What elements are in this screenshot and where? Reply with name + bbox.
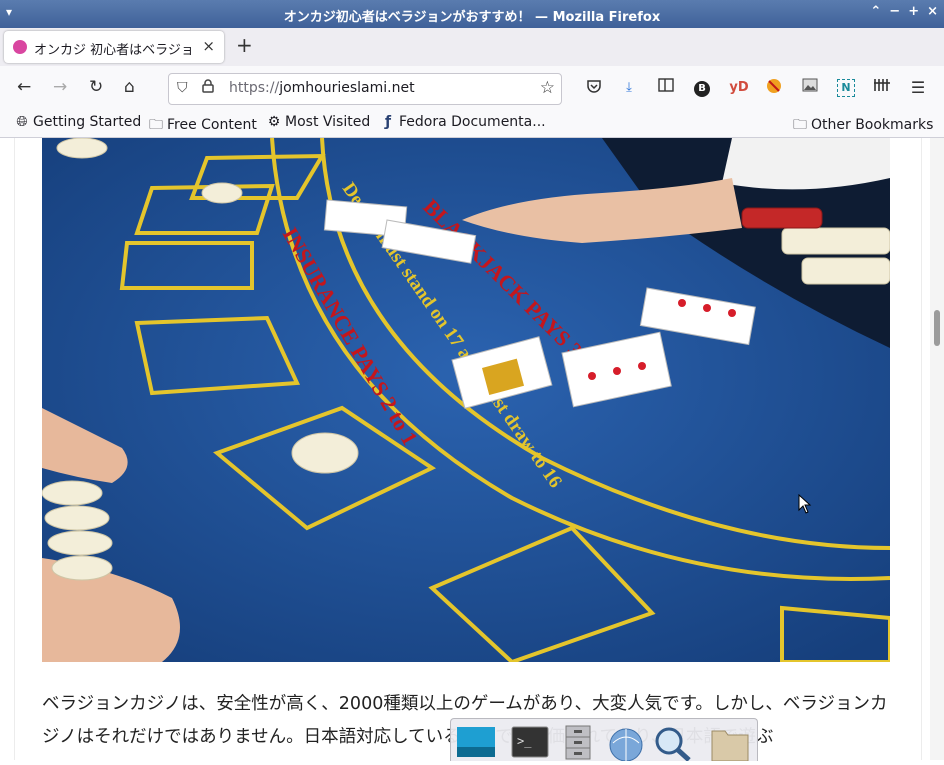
extension-n-label: N — [837, 79, 855, 97]
back-icon[interactable]: ← — [17, 77, 31, 97]
bookmark-getting-started[interactable]: 🌐︎ Getting Started — [14, 114, 141, 130]
window-controls: ⌃ − + × — [870, 4, 938, 19]
bookmark-label: Most Visited — [285, 114, 371, 130]
minimize-icon[interactable]: − — [889, 4, 900, 19]
shade-icon[interactable]: ⌃ — [870, 4, 881, 19]
extension-yd-icon[interactable]: yD — [727, 78, 751, 98]
url-scheme: https:// — [229, 80, 280, 96]
window-titlebar: ▾ オンカジ初心者はベラジョンがおすすめ！ — Mozilla Firefox … — [0, 0, 944, 28]
new-tab-icon[interactable]: + — [236, 33, 253, 57]
desktop-dock: >_ — [450, 718, 758, 762]
tracking-shield-icon[interactable]: ⛉ — [177, 80, 188, 96]
mouse-cursor-icon — [798, 493, 812, 518]
library-icon[interactable] — [872, 78, 892, 98]
maximize-icon[interactable]: + — [908, 4, 919, 19]
pocket-icon[interactable] — [584, 78, 604, 98]
window-title: オンカジ初心者はベラジョンがおすすめ！ — Mozilla Firefox — [283, 10, 661, 25]
bookmark-star-icon[interactable]: ☆ — [540, 78, 555, 98]
reader-sidebar-icon[interactable] — [656, 78, 676, 98]
navigation-toolbar: ← → ↻ ⌂ ⛉ https://jomhourieslami.net ☆ ⤓… — [0, 66, 944, 110]
page-content: INSURANCE PAYS 2 to 1 BLACKJACK PAYS 3 T… — [0, 138, 944, 760]
dock-browser-globe-icon[interactable] — [605, 723, 647, 762]
bookmark-most-visited[interactable]: ⚙ Most Visited — [266, 114, 371, 130]
bookmark-free-content[interactable]: 🗀 Free Content — [148, 114, 257, 138]
folder-icon: 🗀 — [149, 117, 163, 133]
tab-active[interactable]: オンカジ 初心者はベラジョ × — [4, 31, 224, 63]
dock-file-cabinet-icon[interactable] — [557, 723, 599, 761]
tab-title: オンカジ 初心者はベラジョ — [34, 43, 194, 58]
globe-icon: 🌐︎ — [16, 114, 28, 130]
other-bookmarks[interactable]: 🗀 Other Bookmarks — [792, 114, 933, 138]
extension-image-icon[interactable] — [800, 78, 820, 98]
folder-icon: 🗀 — [793, 117, 807, 133]
dock-folder-icon[interactable] — [709, 723, 751, 762]
blackjack-table-illustration: INSURANCE PAYS 2 to 1 BLACKJACK PAYS 3 T… — [42, 138, 890, 662]
forward-icon[interactable]: → — [53, 77, 67, 97]
scrollbar-thumb[interactable] — [934, 310, 940, 346]
home-icon[interactable]: ⌂ — [124, 77, 135, 97]
bookmark-fedora-docs[interactable]: ƒ Fedora Documenta... — [380, 114, 546, 130]
extension-blocker-icon[interactable] — [764, 78, 784, 98]
site-favicon-icon — [13, 40, 27, 54]
reload-icon[interactable]: ↻ — [89, 77, 103, 97]
dock-terminal-icon[interactable]: >_ — [509, 723, 551, 761]
bookmark-label: Fedora Documenta... — [399, 114, 546, 130]
other-bookmarks-label: Other Bookmarks — [811, 117, 934, 133]
dock-desktop-icon[interactable] — [455, 723, 497, 761]
close-tab-icon[interactable]: × — [202, 37, 215, 55]
dock-search-icon[interactable] — [651, 723, 693, 762]
extension-b-label: B — [694, 81, 710, 97]
lock-icon[interactable] — [202, 79, 214, 97]
tab-strip: オンカジ 初心者はベラジョ × + — [0, 28, 944, 66]
bookmark-label: Getting Started — [33, 114, 142, 130]
bookmarks-toolbar: 🌐︎ Getting Started 🗀 Free Content ⚙ Most Vi… — [0, 110, 944, 138]
url-bar[interactable]: ⛉ https://jomhourieslami.net ☆ — [168, 73, 562, 105]
page-scrollbar[interactable] — [930, 138, 944, 760]
url-text[interactable]: https://jomhourieslami.net — [229, 80, 415, 96]
extension-n-icon[interactable]: N — [836, 78, 856, 98]
svg-text:>_: >_ — [517, 734, 532, 748]
gear-icon: ⚙ — [267, 114, 281, 130]
extension-b-icon[interactable]: B — [692, 78, 712, 98]
downloads-icon[interactable]: ⤓ — [619, 78, 639, 98]
bookmark-label: Free Content — [167, 117, 257, 133]
fedora-icon: ƒ — [384, 114, 392, 130]
article-hero-image: INSURANCE PAYS 2 to 1 BLACKJACK PAYS 3 T… — [42, 138, 890, 662]
close-window-icon[interactable]: × — [927, 4, 938, 19]
app-menu-icon[interactable]: ☰ — [908, 78, 928, 98]
url-host: jomhourieslami.net — [279, 80, 415, 96]
